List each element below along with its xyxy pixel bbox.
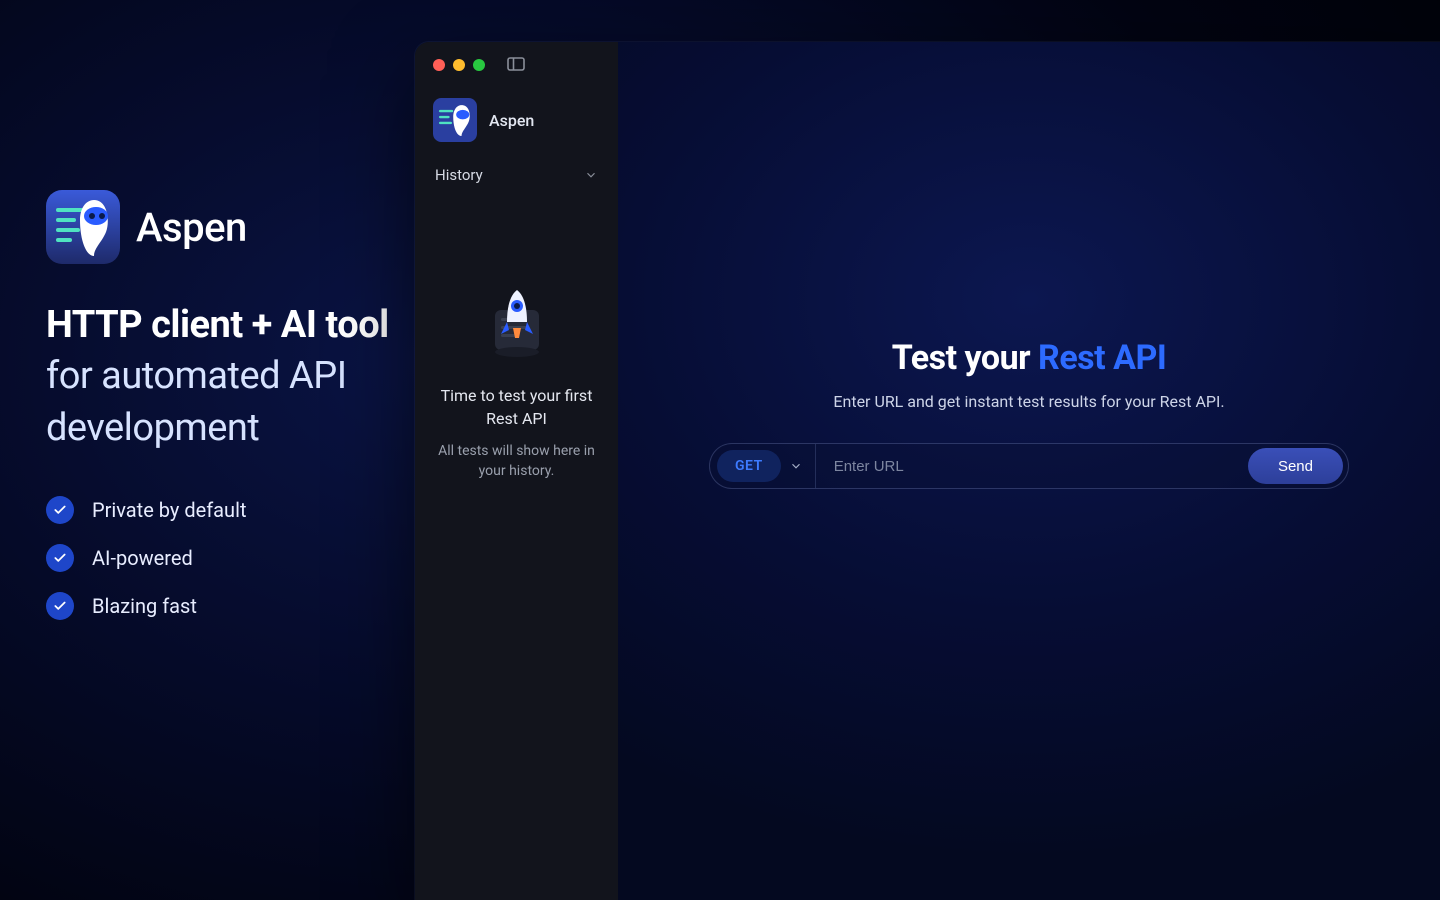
- feature-text: Private by default: [92, 498, 246, 522]
- chevron-down-icon[interactable]: [789, 459, 803, 473]
- http-method-label: GET: [735, 458, 763, 474]
- main-subtitle: Enter URL and get instant test results f…: [833, 392, 1224, 411]
- feature-text: Blazing fast: [92, 594, 197, 618]
- check-icon: [46, 544, 74, 572]
- window-traffic-lights: [433, 59, 485, 71]
- hero-logo-row: Aspen: [46, 190, 415, 264]
- aspen-logo-icon: [433, 98, 477, 142]
- window-zoom-icon[interactable]: [473, 59, 485, 71]
- hero-app-name: Aspen: [136, 204, 247, 251]
- window-titlebar: [415, 42, 618, 88]
- app-window: Aspen History Time to test your first Re…: [415, 42, 1440, 900]
- hero-tagline-rest: for automated API development: [46, 354, 347, 449]
- sidebar-toggle-icon[interactable]: [507, 56, 525, 75]
- rocket-icon: [477, 284, 557, 364]
- main-title-accent: Rest API: [1038, 338, 1166, 378]
- check-icon: [46, 496, 74, 524]
- check-icon: [46, 592, 74, 620]
- feature-text: AI-powered: [92, 546, 193, 570]
- history-empty-state: Time to test your first Rest API All tes…: [415, 284, 618, 482]
- main-title: Test your Rest API: [892, 338, 1167, 378]
- history-section-header[interactable]: History: [415, 156, 618, 194]
- send-button[interactable]: Send: [1248, 448, 1343, 484]
- hero-feature-list: Private by default AI-powered Blazing fa…: [46, 496, 415, 620]
- sidebar-app-name: Aspen: [489, 111, 534, 130]
- sidebar-app-identity: Aspen: [415, 88, 618, 156]
- main-title-prefix: Test your: [892, 338, 1038, 378]
- aspen-logo-icon: [46, 190, 120, 264]
- empty-state-subtitle: All tests will show here in your history…: [433, 442, 600, 481]
- main-pane: Test your Rest API Enter URL and get ins…: [618, 42, 1440, 900]
- window-close-icon[interactable]: [433, 59, 445, 71]
- http-method-selector[interactable]: GET: [717, 450, 781, 482]
- empty-state-title: Time to test your first Rest API: [433, 384, 600, 430]
- marketing-hero: Aspen HTTP client + AI tool for automate…: [0, 0, 415, 900]
- url-input[interactable]: [816, 458, 1248, 475]
- hero-tagline-bold: HTTP client + AI tool: [46, 303, 389, 347]
- chevron-down-icon: [584, 168, 598, 182]
- hero-tagline: HTTP client + AI tool for automated API …: [46, 300, 415, 454]
- window-minimize-icon[interactable]: [453, 59, 465, 71]
- hero-feature-item: Private by default: [46, 496, 415, 524]
- sidebar: Aspen History Time to test your first Re…: [415, 42, 618, 900]
- history-label: History: [435, 166, 483, 184]
- hero-feature-item: Blazing fast: [46, 592, 415, 620]
- request-url-bar: GET Send: [709, 443, 1349, 489]
- hero-feature-item: AI-powered: [46, 544, 415, 572]
